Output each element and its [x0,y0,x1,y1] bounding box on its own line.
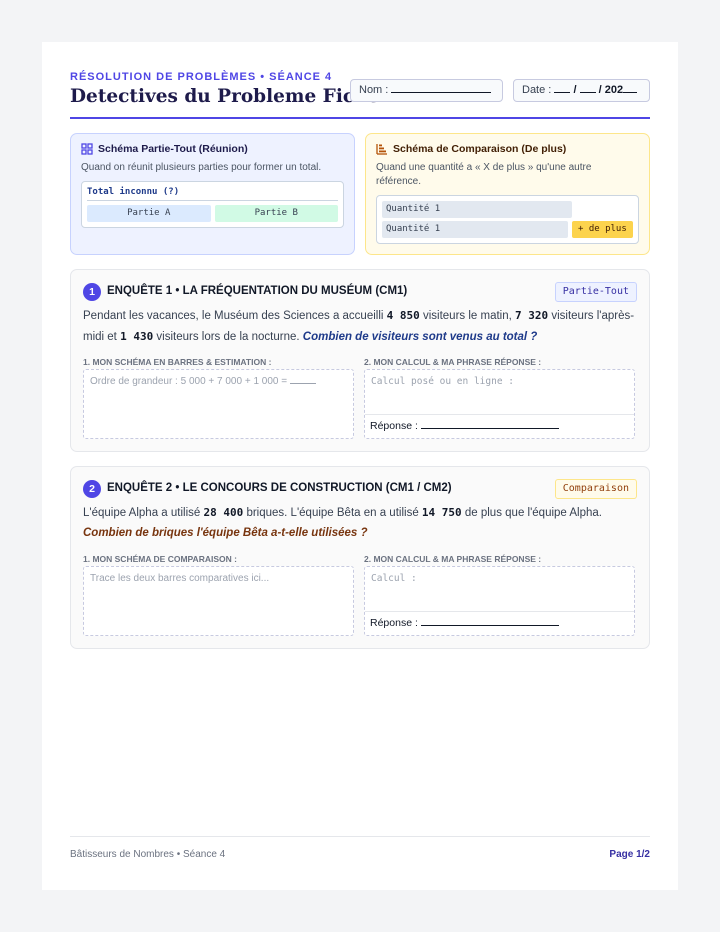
statement-value: 14 750 [421,506,462,519]
schema-type-badge: Partie-Tout [554,282,637,302]
enquete-title: ENQUÊTE 1 • LA FRÉQUENTATION DU MUSÉUM (… [107,285,408,297]
date-day-line [554,84,571,93]
part-whole-title-text: Schéma Partie-Tout (Réunion) [98,143,248,155]
part-b-bar: Partie B [214,205,338,222]
part-a-bar: Partie A [87,205,211,222]
part-whole-schema-card: Schéma Partie-Tout (Réunion) Quand on ré… [70,133,355,255]
schema-section-label: 1. MON SCHÉMA DE COMPARAISON : [83,554,237,564]
page-number: Page 1/2 [609,849,650,860]
answer-label: Réponse : [370,617,418,629]
footer-divider [70,836,650,837]
difference-bar: + de plus [572,221,633,238]
problem-statement: Pendant les vacances, le Muséum des Scie… [83,306,639,347]
comparison-schema-card: Schéma de Comparaison (De plus) Quand un… [365,133,650,255]
enquete-title: ENQUÊTE 2 • LE CONCOURS DE CONSTRUCTION … [107,482,452,494]
part-whole-schema-title: Schéma Partie-Tout (Réunion) [81,143,344,155]
quantity-bar-compared: Quantité 1 [382,221,568,238]
comparison-diagram: Quantité 1 Quantité 1 + de plus [376,195,639,244]
answer-line [420,618,559,626]
problem-question: Combien de briques l'équipe Bêta a-t-ell… [83,526,368,539]
comparison-title-text: Schéma de Comparaison (De plus) [393,143,567,155]
problem-statement: L'équipe Alpha a utilisé 28 400 briques.… [83,503,639,543]
statement-value: 4 850 [386,309,420,322]
date-month-line [579,84,596,93]
answer-line [420,421,559,429]
statement-value: 28 400 [203,506,244,519]
enquete-card-2: 2 ENQUÊTE 2 • LE CONCOURS DE CONSTRUCTIO… [70,466,650,649]
calcul-hint: Calcul : [371,573,417,584]
calcul-section-label: 2. MON CALCUL & MA PHRASE RÉPONSE : [364,357,542,367]
statement-text: visiteurs le matin, [422,310,512,322]
calcul-area[interactable]: Calcul : Réponse : [364,566,635,636]
enquete-number-badge: 2 [83,480,101,498]
date-year-line [623,84,638,93]
page-title: Detectives du Probleme Fiche [70,86,380,107]
part-whole-description: Quand on réunit plusieurs parties pour f… [81,162,322,173]
enquete-number-badge: 1 [83,283,101,301]
enquete-card-1: 1 ENQUÊTE 1 • LA FRÉQUENTATION DU MUSÉUM… [70,269,650,452]
statement-text: visiteurs lors de la nocturne. [156,330,300,343]
schema-drawing-area[interactable]: Ordre de grandeur : 5 000 + 7 000 + 1 00… [83,369,354,439]
statement-value: 7 320 [515,309,549,322]
problem-question: Combien de visiteurs sont venus au total… [302,330,538,343]
answer-row[interactable]: Réponse : [365,414,634,438]
estimation-hint: Ordre de grandeur : 5 000 + 7 000 + 1 00… [90,376,316,387]
answer-row[interactable]: Réponse : [365,611,634,635]
statement-text: de plus que l'équipe Alpha. [464,507,602,519]
page-kicker: RÉSOLUTION DE PROBLÈMES • SÉANCE 4 [70,71,333,83]
calcul-section-label: 2. MON CALCUL & MA PHRASE RÉPONSE : [364,554,542,564]
calcul-hint: Calcul posé ou en ligne : [371,376,514,387]
date-year-prefix: / 202 [598,84,624,96]
schema-type-badge: Comparaison [554,479,637,499]
statement-text: L'équipe Alpha a utilisé [83,507,201,519]
grid-icon [81,143,93,155]
name-field[interactable]: Nom : [350,79,503,102]
date-separator: / [573,84,577,96]
name-line [391,84,492,93]
total-bar-label: Total inconnu (?) [87,187,338,201]
estimation-hint-text: Ordre de grandeur : 5 000 + 7 000 + 1 00… [90,376,288,387]
part-whole-diagram: Total inconnu (?) Partie A Partie B [81,181,344,228]
page-header: RÉSOLUTION DE PROBLÈMES • SÉANCE 4 Detec… [70,70,650,120]
comparison-schema-title: Schéma de Comparaison (De plus) [376,143,639,155]
name-label: Nom : [359,84,389,96]
schema-section-label: 1. MON SCHÉMA EN BARRES & ESTIMATION : [83,357,272,367]
statement-value: 1 430 [120,329,154,343]
schema-drawing-area[interactable]: Trace les deux barres comparatives ici..… [83,566,354,636]
date-label: Date : [522,84,552,96]
statement-text: briques. L'équipe Bêta en a utilisé [246,507,419,519]
estimation-blank [289,376,316,384]
statement-text: Pendant les vacances, le Muséum des Scie… [83,310,384,322]
footer-series-label: Bâtisseurs de Nombres • Séance 4 [70,849,226,860]
answer-label: Réponse : [370,420,418,432]
comparison-hint: Trace les deux barres comparatives ici..… [90,573,270,584]
bar-chart-icon [376,144,387,155]
comparison-description: Quand une quantité a « X de plus » qu'un… [376,162,592,187]
date-field[interactable]: Date : / / 202 [513,79,650,102]
worksheet-page: RÉSOLUTION DE PROBLÈMES • SÉANCE 4 Detec… [42,42,678,890]
quantity-bar-reference: Quantité 1 [382,201,572,218]
header-divider [70,117,650,119]
calcul-area[interactable]: Calcul posé ou en ligne : Réponse : [364,369,635,439]
